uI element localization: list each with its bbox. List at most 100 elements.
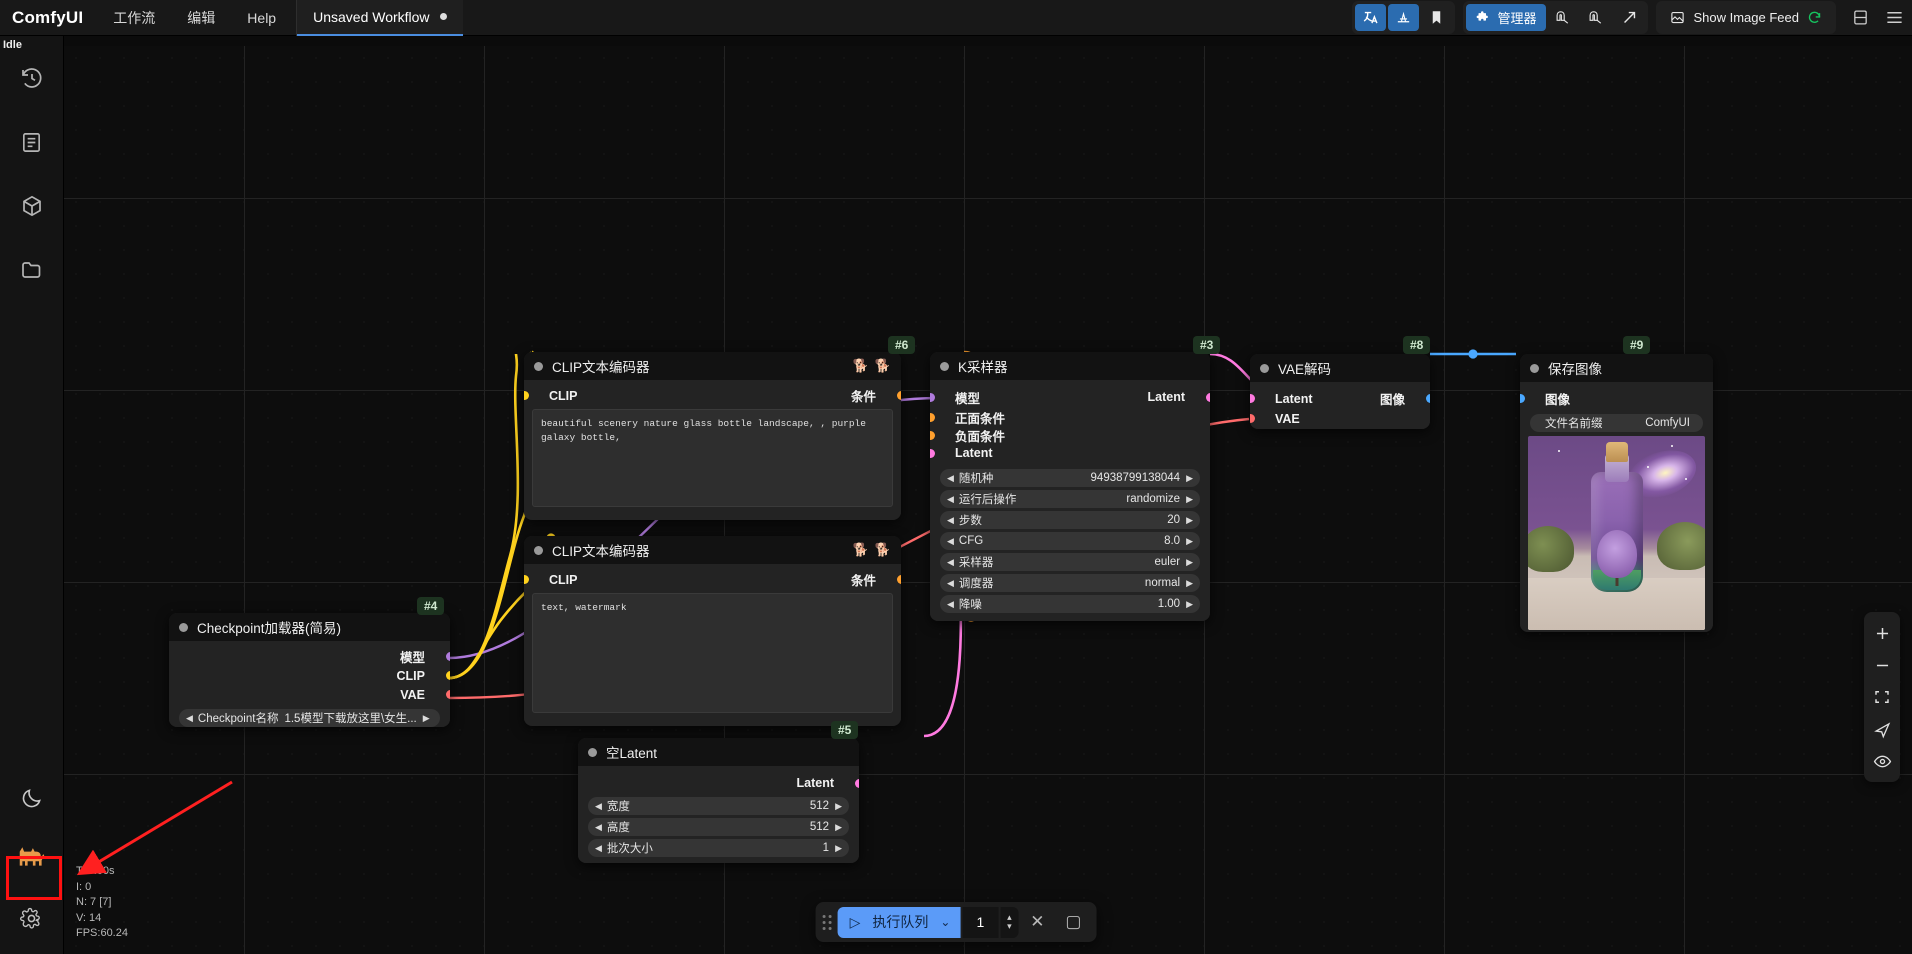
node-ksampler[interactable]: K采样器 模型 Latent 正面条件 负面条件 Latent ◀ 随机种 94… [930, 352, 1210, 621]
widget-width[interactable]: ◀ 宽度 512 ▶ [588, 797, 849, 815]
node-vae-decode[interactable]: VAE解码 Latent 图像 VAE [1250, 354, 1430, 429]
node-title-bar[interactable]: CLIP文本编码器 🐕 🐕 [524, 352, 901, 380]
widget-control-after-generate[interactable]: ◀ 运行后操作 randomize ▶ [940, 490, 1200, 508]
collapse-icon[interactable] [179, 622, 188, 632]
port-latent-output[interactable] [854, 778, 859, 788]
node-title-bar[interactable]: Checkpoint加载器(简易) [169, 613, 450, 641]
increment-icon[interactable]: ▶ [1186, 515, 1193, 526]
magnet-a-icon[interactable] [1548, 4, 1579, 31]
widget-denoise[interactable]: ◀ 降噪 1.00 ▶ [940, 595, 1200, 613]
node-title-bar[interactable]: CLIP文本编码器 🐕 🐕 [524, 536, 901, 564]
increment-icon[interactable]: ▶ [1186, 473, 1193, 484]
port-clip-input[interactable] [524, 575, 529, 584]
increment-icon[interactable]: ▶ [1186, 599, 1193, 610]
moon-icon[interactable] [10, 776, 54, 820]
port-conditioning-output[interactable] [896, 391, 901, 400]
workflow-tab[interactable]: Unsaved Workflow [297, 0, 463, 36]
sidebar-item-node-library[interactable] [10, 120, 54, 164]
node-checkpoint-loader[interactable]: Checkpoint加载器(简易) 模型 CLIP VAE ◀ Checkpoi [169, 613, 450, 727]
port-model-output[interactable] [445, 652, 450, 661]
zoom-in-button[interactable] [1867, 618, 1897, 648]
port-image-output[interactable] [1425, 394, 1430, 403]
menu-edit[interactable]: 编辑 [171, 0, 231, 36]
node-empty-latent-image[interactable]: 空Latent Latent ◀ 宽度 512 ▶ ◀ 高度 512 ▶ ◀ 批… [578, 738, 859, 863]
zoom-out-button[interactable] [1867, 650, 1897, 680]
sidebar-item-queue[interactable] [10, 56, 54, 100]
sidebar-item-model-library[interactable] [10, 184, 54, 228]
increment-icon[interactable]: ▶ [835, 822, 842, 833]
widget-sampler[interactable]: ◀ 采样器 euler ▶ [940, 553, 1200, 571]
theme-icon[interactable] [1388, 4, 1420, 31]
port-model-input[interactable] [930, 392, 935, 402]
widget-seed[interactable]: ◀ 随机种 94938799138044 ▶ [940, 469, 1200, 487]
widget-cfg[interactable]: ◀ CFG 8.0 ▶ [940, 532, 1200, 550]
increment-icon[interactable]: ▶ [1186, 494, 1193, 505]
port-latent-input[interactable] [1250, 394, 1255, 403]
increment-icon[interactable]: ▶ [1186, 557, 1193, 568]
node-clip-text-encode-negative[interactable]: CLIP文本编码器 🐕 🐕 CLIP 条件 text, watermark [524, 536, 901, 726]
toggle-visibility-button[interactable] [1867, 746, 1897, 776]
decrement-icon[interactable]: ◀ [595, 822, 602, 833]
stop-button[interactable]: ▢ [1056, 907, 1090, 938]
menu-workflow[interactable]: 工作流 [97, 0, 171, 36]
panel-toggle-icon[interactable] [1844, 2, 1876, 34]
show-image-feed-button[interactable]: Show Image Feed [1659, 4, 1833, 31]
graph-canvas[interactable]: #6 #3 #8 #9 #4 #5 CLIP文本编码器 🐕 🐕 CLIP 条件 [64, 46, 1912, 954]
manager-button[interactable]: 管理器 [1466, 4, 1547, 31]
collapse-icon[interactable] [940, 361, 949, 371]
widget-ckpt-name[interactable]: ◀ Checkpoint名称 1.5模型下载放这里\女生... ▶ [179, 709, 440, 727]
run-queue-button[interactable]: ▷ 执行队列 ⌄ [837, 906, 961, 938]
port-vae-input[interactable] [1250, 414, 1255, 423]
collapse-icon[interactable] [534, 545, 543, 555]
collapse-icon[interactable] [588, 747, 597, 757]
decrement-icon[interactable]: ◀ [595, 801, 602, 812]
increment-icon[interactable]: ▶ [835, 843, 842, 854]
decrement-icon[interactable]: ◀ [947, 578, 954, 589]
decrement-icon[interactable]: ◀ [947, 515, 954, 526]
widget-scheduler[interactable]: ◀ 调度器 normal ▶ [940, 574, 1200, 592]
port-image-input[interactable] [1520, 394, 1525, 403]
decrement-icon[interactable]: ◀ [947, 557, 954, 568]
collapse-icon[interactable] [1260, 363, 1269, 373]
cancel-button[interactable]: ✕ [1020, 907, 1054, 938]
node-title-bar[interactable]: 空Latent [578, 738, 859, 766]
prompt-text-positive[interactable]: beautiful scenery nature glass bottle la… [532, 409, 893, 507]
port-clip-output[interactable] [445, 671, 450, 680]
decrement-icon[interactable]: ◀ [186, 713, 193, 724]
port-vae-output[interactable] [445, 690, 450, 699]
chevron-down-icon[interactable]: ⌄ [940, 915, 950, 929]
port-latent-input[interactable] [930, 448, 935, 458]
drag-handle-icon[interactable] [820, 909, 834, 935]
batch-count-stepper[interactable]: ▴ ▾ [1000, 906, 1019, 938]
decrement-icon[interactable]: ◀ [595, 843, 602, 854]
widget-height[interactable]: ◀ 高度 512 ▶ [588, 818, 849, 836]
port-clip-input[interactable] [524, 391, 529, 400]
prompt-text-negative[interactable]: text, watermark [532, 593, 893, 713]
widget-steps[interactable]: ◀ 步数 20 ▶ [940, 511, 1200, 529]
node-title-bar[interactable]: VAE解码 [1250, 354, 1430, 382]
share-icon[interactable] [1614, 4, 1645, 31]
node-save-image[interactable]: 保存图像 图像 文件名前缀 ComfyUI [1520, 354, 1713, 632]
gear-icon[interactable] [10, 896, 54, 940]
sidebar-item-workflows[interactable] [10, 248, 54, 292]
collapse-icon[interactable] [1530, 363, 1539, 373]
bookmark-icon[interactable] [1421, 4, 1452, 31]
widget-batch-size[interactable]: ◀ 批次大小 1 ▶ [588, 839, 849, 857]
port-conditioning-output[interactable] [896, 575, 901, 584]
widget-filename-prefix[interactable]: 文件名前缀 ComfyUI [1530, 414, 1703, 432]
increment-icon[interactable]: ▶ [1186, 578, 1193, 589]
hamburger-menu-icon[interactable] [1878, 2, 1910, 34]
pan-tool-button[interactable] [1867, 714, 1897, 744]
node-clip-text-encode-positive[interactable]: CLIP文本编码器 🐕 🐕 CLIP 条件 beautiful scenery … [524, 352, 901, 520]
increment-icon[interactable]: ▶ [1186, 536, 1193, 547]
port-negative-input[interactable] [930, 430, 935, 440]
stepper-down-icon[interactable]: ▾ [1007, 921, 1012, 931]
batch-count-input[interactable]: 1 [962, 906, 999, 938]
node-title-bar[interactable]: 保存图像 [1520, 354, 1713, 382]
decrement-icon[interactable]: ◀ [947, 536, 954, 547]
decrement-icon[interactable]: ◀ [947, 599, 954, 610]
port-latent-output[interactable] [1205, 392, 1210, 402]
fit-view-button[interactable] [1867, 682, 1897, 712]
decrement-icon[interactable]: ◀ [947, 494, 954, 505]
node-title-bar[interactable]: K采样器 [930, 352, 1210, 380]
